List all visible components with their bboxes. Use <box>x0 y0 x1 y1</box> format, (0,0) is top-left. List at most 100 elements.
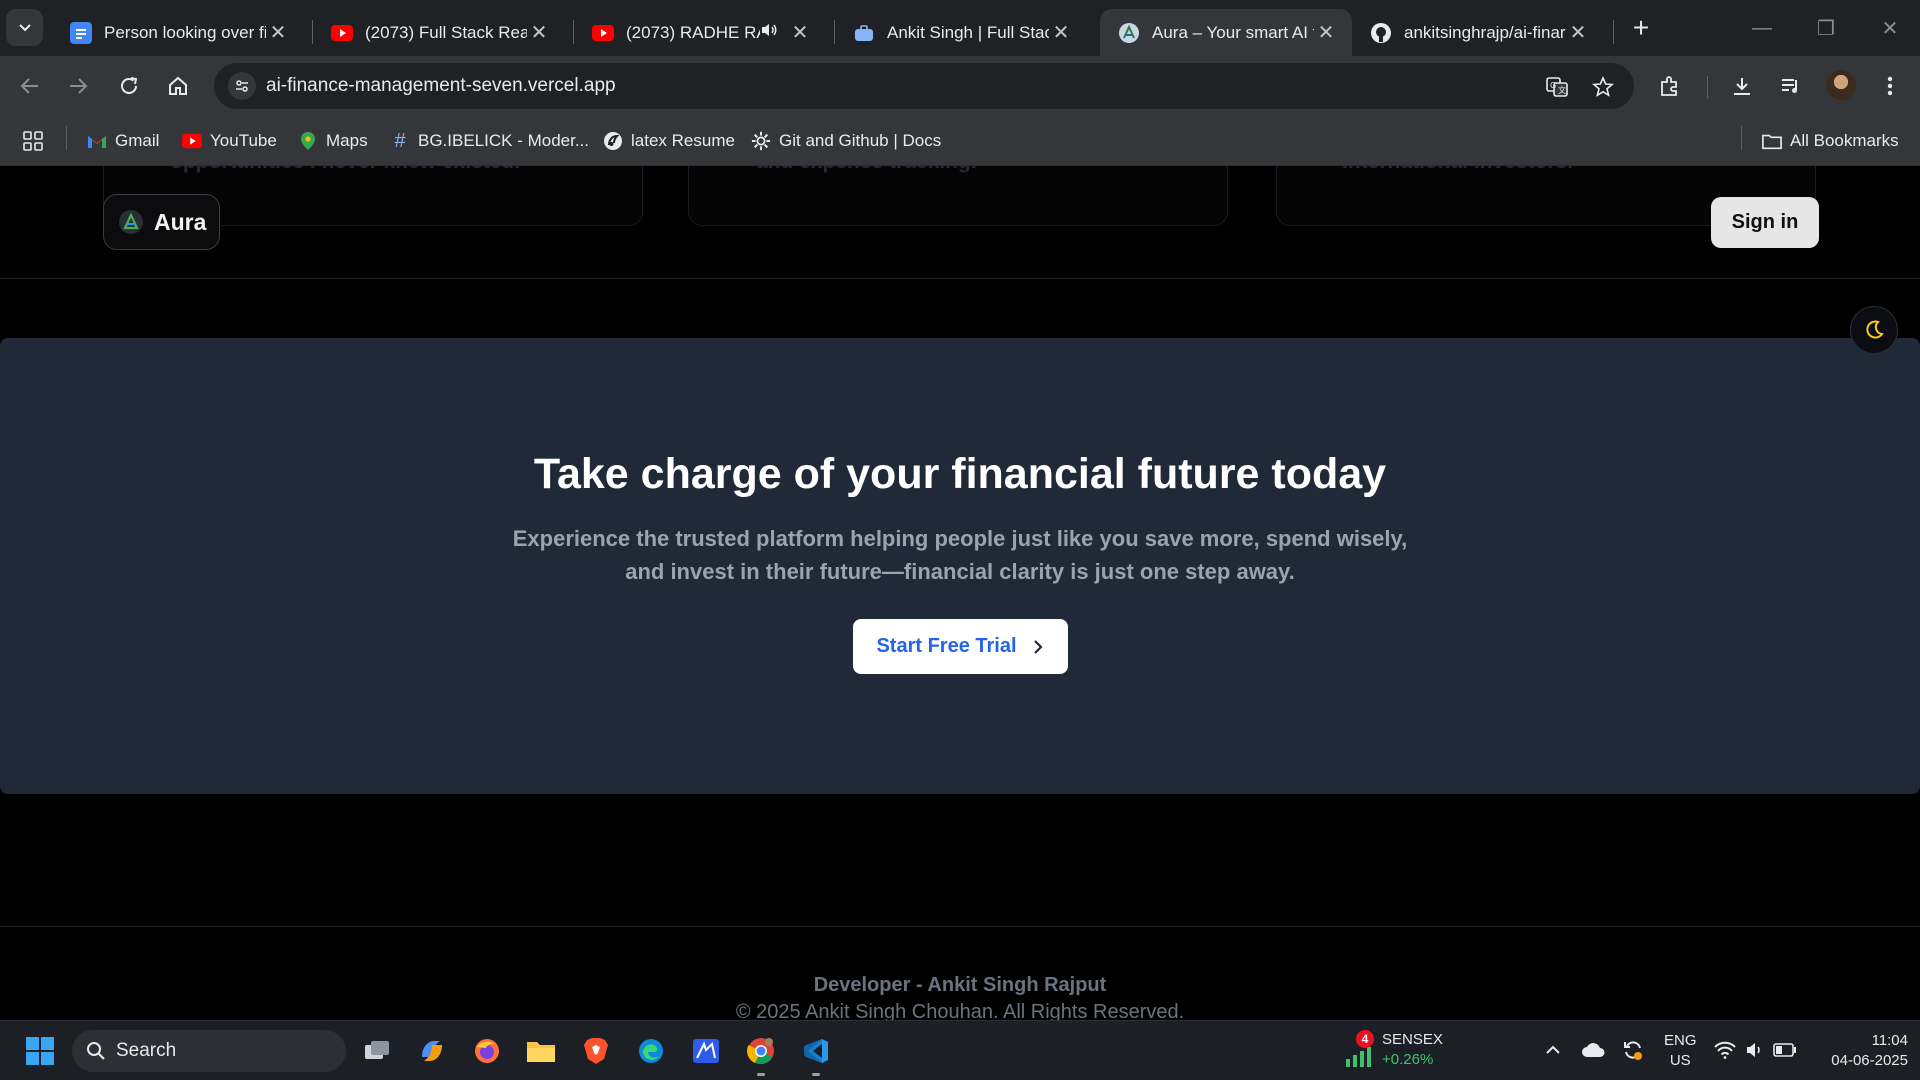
onedrive-icon[interactable] <box>1580 1037 1606 1063</box>
aura-icon <box>1118 22 1140 44</box>
tab-portfolio[interactable]: Ankit Singh | Full Stack ✕ <box>835 9 1087 56</box>
tab-github[interactable]: ankitsinghrajp/ai-finar ✕ <box>1352 9 1604 56</box>
apps-button[interactable] <box>22 128 44 154</box>
cta-section: Take charge of your financial future tod… <box>0 338 1920 794</box>
clock-date: 04-06-2025 <box>1831 1052 1908 1069</box>
close-icon[interactable]: ✕ <box>1566 20 1590 45</box>
vscode-icon[interactable] <box>796 1031 836 1071</box>
apps-grid-icon <box>23 131 43 151</box>
bookmark-gmail[interactable]: Gmail <box>87 128 159 154</box>
close-icon[interactable]: ✕ <box>527 20 551 45</box>
home-button[interactable] <box>160 68 196 104</box>
reload-button[interactable] <box>111 68 147 104</box>
bookmark-label: Maps <box>326 131 368 150</box>
cta-subtitle-line: Experience the trusted platform helping … <box>512 526 1408 551</box>
start-free-trial-button[interactable]: Start Free Trial <box>853 619 1068 674</box>
arrow-right-icon <box>70 78 88 94</box>
file-explorer-icon[interactable] <box>521 1031 561 1071</box>
input-language[interactable]: ENG US <box>1664 1031 1697 1071</box>
new-tab-button[interactable]: + <box>1625 12 1657 44</box>
edge-icon[interactable] <box>631 1031 671 1071</box>
all-bookmarks-button[interactable]: All Bookmarks <box>1762 128 1899 154</box>
bookmark-youtube[interactable]: YouTube <box>182 128 277 154</box>
github-icon <box>1370 22 1392 44</box>
stock-chart-icon <box>1346 1047 1371 1067</box>
google-forms-icon <box>70 21 92 44</box>
sync-icon[interactable] <box>1620 1037 1646 1063</box>
task-view-icon[interactable] <box>357 1031 397 1071</box>
moon-icon <box>1866 320 1884 339</box>
firefox-icon[interactable] <box>467 1031 507 1071</box>
windows-taskbar: Search 4 SENSEX +0.26% ENG US 11:04 04-0… <box>0 1020 1920 1080</box>
svg-text:文: 文 <box>1558 85 1566 95</box>
profile-avatar[interactable] <box>1826 70 1856 100</box>
volume-icon[interactable] <box>1742 1037 1768 1063</box>
taskbar-search-label: Search <box>116 1040 177 1061</box>
footer-developer: Developer - Ankit Singh Rajput <box>813 974 1107 996</box>
overleaf-icon <box>603 131 623 151</box>
taskbar-clock[interactable]: 11:04 04-06-2025 <box>1812 1031 1908 1071</box>
close-icon[interactable]: ✕ <box>1314 20 1338 45</box>
bookmark-bg-ibelick[interactable]: # BG.IBELICK - Moder... <box>390 128 589 154</box>
chevron-down-icon <box>18 23 31 31</box>
minimize-icon[interactable]: — <box>1744 10 1780 46</box>
theme-toggle-button[interactable] <box>1850 306 1898 354</box>
site-info-icon[interactable] <box>228 72 256 100</box>
extensions-icon[interactable] <box>1652 68 1688 104</box>
speaker-icon[interactable] <box>760 22 778 43</box>
svg-text:G: G <box>1550 81 1556 90</box>
chevron-up-icon[interactable] <box>1540 1037 1566 1063</box>
url-text[interactable]: ai-finance-management-seven.vercel.app <box>266 75 616 97</box>
bookmark-maps[interactable]: Maps <box>298 128 368 154</box>
aura-logo-icon <box>119 210 143 234</box>
close-icon[interactable]: ✕ <box>1049 20 1073 45</box>
browser-toolbar: ai-finance-management-seven.vercel.app G… <box>0 56 1920 116</box>
search-icon <box>87 1042 105 1060</box>
tab-youtube-2[interactable]: (2073) RADHE RAD ✕ <box>574 9 826 56</box>
start-button[interactable] <box>20 1031 60 1071</box>
download-icon[interactable] <box>1724 68 1760 104</box>
restore-icon[interactable]: ❐ <box>1808 10 1844 46</box>
close-icon[interactable]: ✕ <box>788 20 812 45</box>
youtube-icon <box>592 22 614 44</box>
bookmark-git-github[interactable]: Git and Github | Docs <box>751 128 941 154</box>
sensex-change: +0.26% <box>1382 1051 1434 1068</box>
tab-search-button[interactable] <box>6 9 43 46</box>
cta-subtitle-line: and invest in their future—financial cla… <box>625 559 1295 584</box>
forward-button[interactable] <box>60 68 96 104</box>
tab-aura[interactable]: Aura – Your smart AI fi ✕ <box>1100 9 1352 56</box>
sensex-widget[interactable]: 4 SENSEX +0.26% <box>1344 1029 1464 1073</box>
tab-title: Aura – Your smart AI fi <box>1152 22 1314 42</box>
battery-icon[interactable] <box>1772 1037 1798 1063</box>
youtube-icon <box>331 22 353 44</box>
tab-youtube-1[interactable]: (2073) Full Stack React ✕ <box>313 9 565 56</box>
sign-in-button[interactable]: Sign in <box>1711 197 1819 248</box>
media-control-icon[interactable] <box>1772 68 1808 104</box>
back-button[interactable] <box>12 68 48 104</box>
address-bar[interactable]: ai-finance-management-seven.vercel.app G… <box>214 63 1634 109</box>
translate-icon[interactable]: G文 <box>1544 74 1570 100</box>
brave-icon[interactable] <box>576 1031 616 1071</box>
bookmark-star-icon[interactable] <box>1590 74 1616 100</box>
footer-divider <box>0 926 1920 927</box>
briefcase-icon <box>853 22 875 44</box>
notification-badge: 4 <box>1356 1030 1374 1048</box>
close-icon[interactable]: ✕ <box>266 20 290 45</box>
taskbar-search[interactable]: Search <box>72 1030 346 1072</box>
all-bookmarks-label: All Bookmarks <box>1790 131 1899 150</box>
bookmark-latex-resume[interactable]: latex Resume <box>603 128 735 154</box>
tab-forms[interactable]: Person looking over fi ✕ <box>52 9 304 56</box>
aura-logo[interactable]: Aura <box>103 194 220 250</box>
bookmark-label: latex Resume <box>631 131 735 150</box>
window-close-icon[interactable]: ✕ <box>1872 10 1908 46</box>
tab-title: ankitsinghrajp/ai-finar <box>1404 22 1566 42</box>
ai-app-icon[interactable] <box>686 1031 726 1071</box>
wifi-icon[interactable] <box>1712 1037 1738 1063</box>
more-menu-icon[interactable] <box>1872 68 1908 104</box>
folder-icon <box>1762 131 1782 151</box>
arrow-left-icon <box>20 78 38 94</box>
windows-logo-icon <box>26 1037 54 1065</box>
chrome-icon[interactable] <box>741 1031 781 1071</box>
youtube-icon <box>182 131 202 151</box>
copilot-icon[interactable] <box>412 1031 452 1071</box>
